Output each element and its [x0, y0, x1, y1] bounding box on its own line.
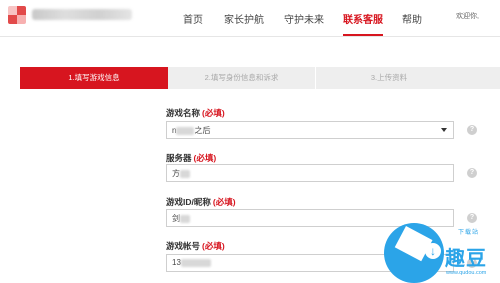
- account-label: 游戏帐号 (必填): [166, 240, 225, 252]
- server-value: 方: [172, 168, 190, 179]
- server-label: 服务器 (必填): [166, 152, 216, 164]
- help-icon[interactable]: ?: [467, 213, 477, 223]
- redacted-text: [180, 258, 211, 267]
- download-arrow-icon: ↓: [425, 243, 441, 259]
- account-value-prefix: 13: [172, 258, 181, 267]
- server-input[interactable]: 方: [166, 164, 454, 182]
- account-value: 13: [172, 258, 211, 267]
- step-3: 3.上传资料: [370, 73, 408, 82]
- redacted-text: [180, 169, 190, 178]
- progress-steps: 1.填写游戏信息 2.填写身份信息和诉求 3.上传资料: [20, 67, 462, 89]
- game-name-value-suffix: 之后: [194, 126, 211, 135]
- game-id-value: 剑: [172, 213, 190, 224]
- game-id-label: 游戏ID/昵称 (必填): [166, 196, 236, 208]
- required-mark: (必填): [202, 241, 225, 251]
- top-header: 首页 家长护航 守护未来 联系客服 帮助 欢迎你,: [0, 0, 500, 37]
- game-name-value: n 之后: [172, 125, 210, 136]
- help-icon[interactable]: ?: [467, 125, 477, 135]
- required-mark: (必填): [202, 108, 225, 118]
- server-value-prefix: 方: [172, 169, 180, 178]
- game-id-label-text: 游戏ID/昵称: [166, 197, 211, 207]
- watermark-url: www.qudou.com: [446, 270, 487, 276]
- game-name-label-text: 游戏名称: [166, 108, 201, 118]
- dropdown-caret-icon: [441, 128, 447, 132]
- game-id-value-prefix: 剑: [172, 214, 180, 223]
- required-mark: (必填): [212, 197, 236, 207]
- step-2: 2.填写身份信息和诉求: [204, 73, 279, 82]
- welcome-text: 欢迎你,: [456, 13, 479, 20]
- account-label-text: 游戏帐号: [166, 241, 201, 251]
- nav-parent-guard[interactable]: 家长护航: [224, 11, 264, 26]
- watermark-brand: 趣豆: [445, 248, 487, 270]
- nav-home[interactable]: 首页: [183, 11, 203, 26]
- logo-text-blurred: [32, 9, 132, 20]
- watermark-tagline: 下载站: [458, 230, 480, 236]
- nav-guard-future[interactable]: 守护未来: [284, 11, 324, 26]
- redacted-text: [180, 214, 190, 223]
- game-name-select[interactable]: n 之后: [166, 121, 454, 139]
- nav-contact-support[interactable]: 联系客服: [343, 11, 383, 36]
- site-logo[interactable]: [8, 4, 136, 24]
- nav-help[interactable]: 帮助: [402, 11, 422, 26]
- help-icon[interactable]: ?: [467, 168, 477, 178]
- game-name-label: 游戏名称 (必填): [166, 107, 225, 119]
- required-mark: (必填): [193, 153, 217, 163]
- steps-bar-tail: [462, 67, 500, 89]
- step-1: 1.填写游戏信息: [20, 67, 168, 89]
- logo-icon: [8, 6, 26, 24]
- server-label-text: 服务器: [166, 153, 192, 163]
- redacted-text: [176, 126, 195, 135]
